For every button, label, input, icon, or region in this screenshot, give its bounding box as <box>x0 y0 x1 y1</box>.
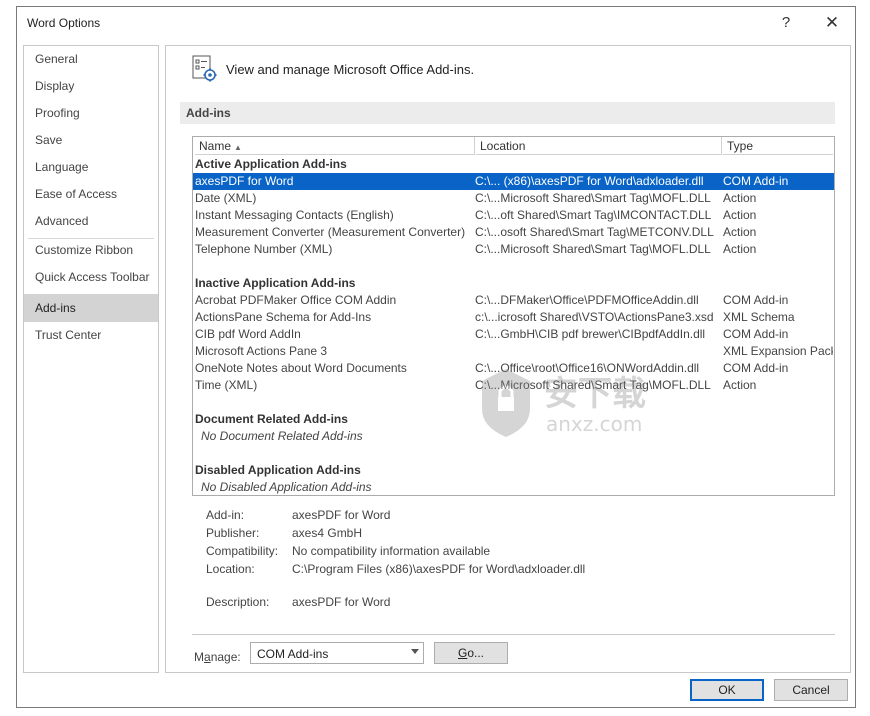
cell-type: COM Add-in <box>723 361 789 375</box>
cell-type: COM Add-in <box>723 174 789 188</box>
cell-location: C:\...Microsoft Shared\Smart Tag\MOFL.DL… <box>475 242 711 256</box>
cell-location: C:\...DFMaker\Office\PDFMOfficeAddin.dll <box>475 293 699 307</box>
detail-addin-value: axesPDF for Word <box>292 508 391 522</box>
column-header-type[interactable]: Type <box>723 137 833 155</box>
panel-heading: View and manage Microsoft Office Add-ins… <box>226 62 475 77</box>
section-header: Add-ins <box>180 102 835 124</box>
cell-name: Instant Messaging Contacts (English) <box>195 208 394 222</box>
empty-group-message: No Document Related Add-ins <box>201 429 363 443</box>
cell-type: COM Add-in <box>723 327 789 341</box>
nav-item-display[interactable]: Display <box>24 73 158 99</box>
table-row[interactable]: Instant Messaging Contacts (English) C:\… <box>193 207 834 224</box>
add-ins-icon <box>192 55 217 82</box>
table-row[interactable]: Telephone Number (XML) C:\...Microsoft S… <box>193 241 834 258</box>
column-header-location[interactable]: Location <box>476 137 722 155</box>
nav-item-language[interactable]: Language <box>24 154 158 180</box>
manage-label: Manage: <box>194 650 241 664</box>
word-options-dialog: Word Options ? ✕ General Display Proofin… <box>16 6 856 708</box>
nav-item-quick-access-toolbar[interactable]: Quick Access Toolbar <box>24 264 158 290</box>
section-title: Add-ins <box>186 106 231 120</box>
detail-addin-label: Add-in: <box>206 508 245 522</box>
detail-description-label: Description: <box>206 595 270 609</box>
window-title: Word Options <box>27 16 101 30</box>
watermark-logo: 安下载 anxz.com <box>482 369 646 437</box>
cell-name: ActionsPane Schema for Add-Ins <box>195 310 372 324</box>
nav-item-ease-of-access[interactable]: Ease of Access <box>24 181 158 207</box>
cell-location: c:\...icrosoft Shared\VSTO\ActionsPane3.… <box>475 310 714 324</box>
nav-item-general[interactable]: General <box>24 46 158 72</box>
column-header-name[interactable]: Name ▲ <box>195 137 475 155</box>
watermark-en: anxz.com <box>546 412 642 436</box>
table-row[interactable]: ActionsPane Schema for Add-Ins c:\...icr… <box>193 309 834 326</box>
cell-name: CIB pdf Word AddIn <box>195 327 301 341</box>
manage-select-value: COM Add-ins <box>257 647 329 661</box>
group-header: Inactive Application Add-ins <box>195 276 356 290</box>
cell-type: Action <box>723 378 757 392</box>
cell-name: OneNote Notes about Word Documents <box>195 361 407 375</box>
cell-name: Telephone Number (XML) <box>195 242 333 256</box>
table-row[interactable]: Date (XML) C:\...Microsoft Shared\Smart … <box>193 190 834 207</box>
detail-publisher-value: axes4 GmbH <box>292 526 363 540</box>
sort-ascending-icon: ▲ <box>234 143 242 152</box>
table-row[interactable]: Acrobat PDFMaker Office COM Addin C:\...… <box>193 292 834 309</box>
cell-location: C:\... (x86)\axesPDF for Word\adxloader.… <box>475 174 704 188</box>
detail-description-value: axesPDF for Word <box>292 595 391 609</box>
empty-group-message: No Disabled Application Add-ins <box>201 480 372 494</box>
group-header: Disabled Application Add-ins <box>195 463 361 477</box>
nav-item-save[interactable]: Save <box>24 127 158 153</box>
cell-name: Date (XML) <box>195 191 257 205</box>
cell-type: XML Expansion Pack <box>723 344 833 358</box>
help-button[interactable]: ? <box>771 11 801 35</box>
cell-name: Microsoft Actions Pane 3 <box>195 344 328 358</box>
manage-select[interactable]: COM Add-ins <box>250 642 424 664</box>
detail-location-value: C:\Program Files (x86)\axesPDF for Word\… <box>292 562 586 576</box>
nav-item-proofing[interactable]: Proofing <box>24 100 158 126</box>
options-nav: General Display Proofing Save Language E… <box>23 45 159 673</box>
cell-type: Action <box>723 225 757 239</box>
detail-compat-value: No compatibility information available <box>292 544 491 558</box>
cell-location: C:\...oft Shared\Smart Tag\IMCONTACT.DLL <box>475 208 712 222</box>
table-row[interactable]: axesPDF for Word C:\... (x86)\axesPDF fo… <box>193 173 834 190</box>
cell-type: Action <box>723 208 757 222</box>
table-row[interactable]: Measurement Converter (Measurement Conve… <box>193 224 834 241</box>
cell-name: axesPDF for Word <box>195 174 294 188</box>
detail-publisher-label: Publisher: <box>206 526 260 540</box>
go-button[interactable]: Go... <box>434 642 508 664</box>
cancel-button[interactable]: Cancel <box>774 679 848 701</box>
cell-location: C:\...osoft Shared\Smart Tag\METCONV.DLL <box>475 225 714 239</box>
add-ins-table[interactable]: Name ▲ Location Type Active Application A… <box>192 136 835 496</box>
table-row[interactable]: CIB pdf Word AddIn C:\...GmbH\CIB pdf br… <box>193 326 834 343</box>
cell-type: XML Schema <box>723 310 795 324</box>
cell-location: C:\...Microsoft Shared\Smart Tag\MOFL.DL… <box>475 191 711 205</box>
add-ins-panel: View and manage Microsoft Office Add-ins… <box>165 45 851 673</box>
close-button[interactable]: ✕ <box>817 11 847 35</box>
cell-location: C:\...GmbH\CIB pdf brewer\CIBpdfAddIn.dl… <box>475 327 706 341</box>
divider <box>192 634 835 635</box>
cell-name: Measurement Converter (Measurement Conve… <box>195 225 466 239</box>
detail-location-label: Location: <box>206 562 255 576</box>
cell-type: Action <box>723 191 757 205</box>
cell-type: COM Add-in <box>723 293 789 307</box>
ok-button[interactable]: OK <box>690 679 764 701</box>
cell-name: Acrobat PDFMaker Office COM Addin <box>195 293 397 307</box>
chevron-down-icon <box>411 649 419 654</box>
nav-item-customize-ribbon[interactable]: Customize Ribbon <box>24 237 158 263</box>
cell-type: Action <box>723 242 757 256</box>
nav-item-trust-center[interactable]: Trust Center <box>24 322 158 348</box>
detail-compat-label: Compatibility: <box>206 544 279 558</box>
group-header: Active Application Add-ins <box>195 157 347 171</box>
watermark-cn: 安下载 <box>544 374 646 414</box>
cell-name: Time (XML) <box>195 378 258 392</box>
nav-item-advanced[interactable]: Advanced <box>24 208 158 234</box>
group-header: Document Related Add-ins <box>195 412 348 426</box>
column-name-label: Name <box>199 139 232 153</box>
title-bar: Word Options ? ✕ <box>17 7 855 39</box>
nav-item-add-ins[interactable]: Add-ins <box>24 294 158 322</box>
table-row[interactable]: Microsoft Actions Pane 3 XML Expansion P… <box>193 343 834 360</box>
